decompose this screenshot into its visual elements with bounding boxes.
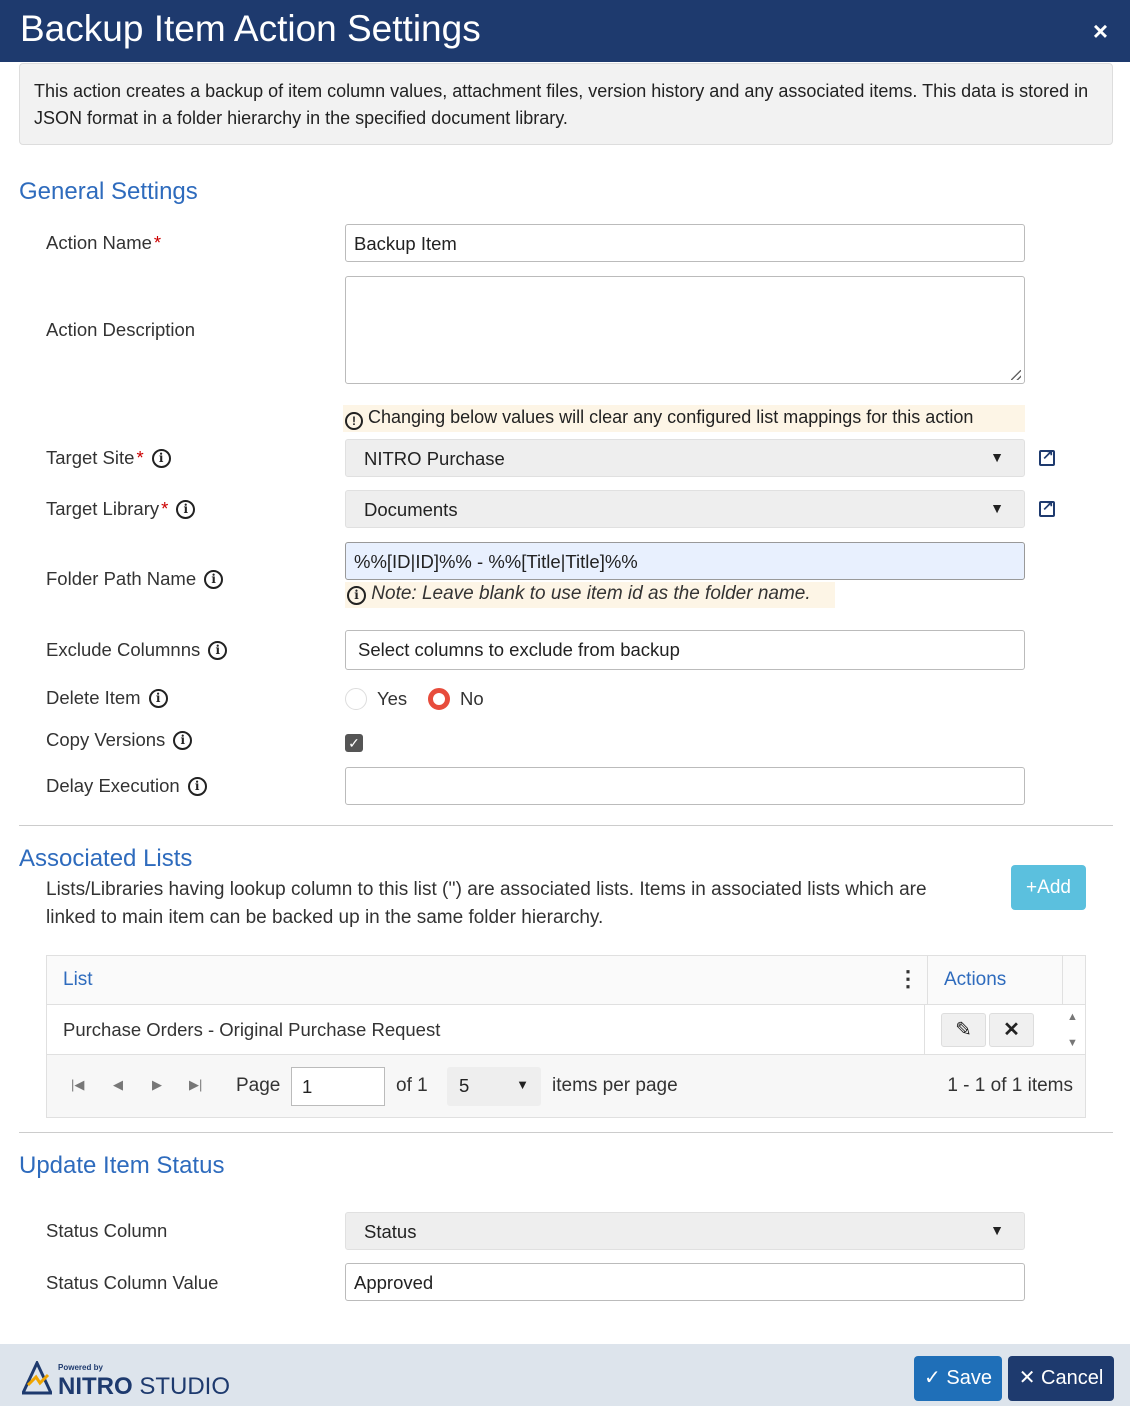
- prev-page-icon[interactable]: ◀: [113, 1077, 123, 1093]
- info-icon[interactable]: i: [173, 730, 193, 750]
- grid-header: List ⋮ Actions: [47, 956, 1085, 1005]
- column-divider: [927, 956, 928, 1005]
- page-number-input[interactable]: 1: [291, 1067, 385, 1106]
- delay-execution-input[interactable]: [345, 767, 1025, 805]
- column-menu-icon[interactable]: ⋮: [897, 966, 919, 992]
- exclude-columns-label: Exclude Columnns i: [46, 639, 228, 661]
- cancel-button[interactable]: ✕ Cancel: [1008, 1356, 1114, 1401]
- info-icon[interactable]: i: [204, 569, 224, 589]
- resize-handle-icon[interactable]: [1011, 370, 1021, 380]
- delete-item-yes-radio[interactable]: [345, 688, 367, 710]
- delete-item-yes-label[interactable]: Yes: [377, 688, 407, 710]
- table-row[interactable]: Purchase Orders - Original Purchase Requ…: [47, 1005, 1085, 1055]
- delete-item-label: Delete Item i: [46, 687, 168, 709]
- first-page-icon[interactable]: |◀: [71, 1077, 84, 1093]
- folder-path-label: Folder Path Name i: [46, 568, 224, 590]
- delete-x-icon[interactable]: ✕: [989, 1013, 1034, 1047]
- items-per-page-label: items per page: [552, 1075, 678, 1096]
- exclamation-icon: !: [345, 412, 363, 430]
- update-item-status-heading: Update Item Status: [19, 1152, 225, 1179]
- powered-by-text: Powered by: [58, 1363, 103, 1372]
- dialog-titlebar: Backup Item Action Settings ×: [0, 0, 1130, 62]
- caret-down-icon: ▼: [990, 500, 1004, 516]
- caret-down-icon: ▼: [990, 1222, 1004, 1238]
- associated-lists-description: Lists/Libraries having lookup column to …: [46, 879, 927, 928]
- column-header-list[interactable]: List: [63, 969, 93, 991]
- status-column-label: Status Column: [46, 1220, 168, 1241]
- check-icon: ✓: [924, 1367, 941, 1389]
- required-marker: *: [161, 498, 169, 519]
- copy-versions-checkbox[interactable]: ✓: [345, 734, 363, 752]
- target-library-select[interactable]: Documents ▼: [345, 490, 1025, 528]
- delete-item-no-label[interactable]: No: [460, 688, 484, 710]
- target-site-label: Target Site * i: [46, 447, 171, 469]
- target-site-select[interactable]: NITRO Purchase ▼: [345, 439, 1025, 477]
- info-icon[interactable]: i: [176, 499, 196, 519]
- general-settings-heading: General Settings: [19, 178, 198, 205]
- delete-item-no-radio[interactable]: [428, 688, 450, 710]
- scroll-up-icon[interactable]: ▲: [1067, 1011, 1078, 1023]
- items-count: 1 - 1 of 1 items: [947, 1075, 1073, 1096]
- dialog-footer: Powered by NITRO STUDIO ✓ Save ✕ Cancel: [0, 1344, 1130, 1406]
- save-button[interactable]: ✓ Save: [914, 1356, 1002, 1401]
- info-icon[interactable]: i: [151, 448, 171, 468]
- required-marker: *: [136, 447, 144, 468]
- scroll-down-icon[interactable]: ▼: [1067, 1037, 1078, 1049]
- info-icon[interactable]: i: [208, 640, 228, 660]
- page-size-select[interactable]: 5 ▼: [447, 1067, 541, 1106]
- plus-icon: +: [1026, 877, 1038, 898]
- status-value-input[interactable]: Approved: [345, 1263, 1025, 1301]
- associated-lists-grid: List ⋮ Actions Purchase Orders - Origina…: [46, 955, 1086, 1118]
- next-page-icon[interactable]: ▶: [152, 1077, 162, 1093]
- nitro-logo-icon: [22, 1361, 52, 1395]
- warning-banner: ! Changing below values will clear any c…: [343, 405, 1025, 432]
- edit-pencil-icon[interactable]: ✎: [941, 1013, 986, 1047]
- grid-pager: |◀ ◀ ▶ ▶| Page 1 of 1 5 ▼ items per page…: [47, 1055, 1085, 1117]
- action-name-label: Action Name *: [46, 232, 162, 253]
- close-icon: ✕: [1018, 1367, 1036, 1389]
- add-button[interactable]: +Add: [1011, 865, 1086, 910]
- caret-down-icon: ▼: [990, 449, 1004, 465]
- column-divider: [924, 1005, 925, 1055]
- brand-text: NITRO STUDIO: [58, 1373, 231, 1400]
- delay-execution-label: Delay Execution i: [46, 775, 207, 797]
- folder-path-input[interactable]: %%[ID|ID]%% - %%[Title|Title]%%: [345, 542, 1025, 580]
- divider: [19, 1132, 1113, 1133]
- external-link-icon[interactable]: [1039, 497, 1055, 517]
- folder-path-note: i Note: Leave blank to use item id as th…: [345, 582, 835, 608]
- last-page-icon[interactable]: ▶|: [189, 1077, 202, 1093]
- external-link-icon[interactable]: [1039, 446, 1055, 466]
- copy-versions-label: Copy Versions i: [46, 729, 193, 751]
- info-box: This action creates a backup of item col…: [19, 63, 1113, 145]
- action-description-label: Action Description: [46, 319, 196, 340]
- exclude-columns-multiselect[interactable]: Select columns to exclude from backup: [345, 630, 1025, 670]
- status-column-select[interactable]: Status ▼: [345, 1212, 1025, 1250]
- divider: [19, 825, 1113, 826]
- close-icon[interactable]: ×: [1093, 16, 1108, 47]
- status-value-label: Status Column Value: [46, 1272, 219, 1293]
- associated-lists-heading: Associated Lists: [19, 845, 193, 872]
- column-header-actions: Actions: [944, 969, 1007, 990]
- info-icon[interactable]: i: [148, 688, 168, 708]
- page-label: Page: [236, 1075, 281, 1096]
- target-library-label: Target Library * i: [46, 498, 196, 520]
- required-marker: *: [153, 232, 162, 253]
- column-divider: [1062, 956, 1063, 1005]
- page-total: of 1: [396, 1075, 428, 1096]
- info-icon[interactable]: i: [187, 776, 207, 796]
- action-description-textarea[interactable]: [345, 276, 1025, 384]
- dialog-title: Backup Item Action Settings: [20, 8, 481, 49]
- info-icon: i: [347, 586, 366, 605]
- action-name-input[interactable]: Backup Item: [345, 224, 1025, 262]
- list-cell: Purchase Orders - Original Purchase Requ…: [63, 1019, 441, 1040]
- caret-down-icon: ▼: [516, 1077, 529, 1092]
